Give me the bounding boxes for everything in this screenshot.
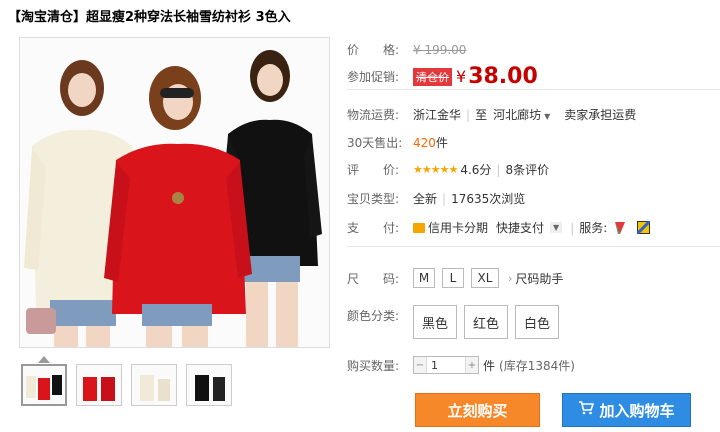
increment-button[interactable]: + [466, 357, 478, 373]
promo-row: 参加促销: 清仓价 ¥ 38.00 [347, 64, 538, 89]
divider [347, 89, 720, 90]
color-option-red[interactable]: 红色 [464, 305, 508, 339]
sales-count: 420 [413, 135, 436, 150]
size-helper-link[interactable]: 尺码助手 [515, 270, 563, 287]
separator: | [496, 162, 501, 177]
shipping-label: 物流运费: [347, 108, 400, 122]
product-photo [20, 38, 329, 347]
credit-card-icon [413, 222, 425, 233]
thumbnail-image [23, 366, 65, 404]
quick-pay[interactable]: 快捷支付 [496, 219, 544, 236]
thumbnail-3[interactable] [131, 364, 177, 406]
thumbnail-2[interactable] [76, 364, 122, 406]
clearance-tag: 清仓价 [413, 67, 452, 86]
price-row: 价 格: ¥ 199.00 [347, 41, 466, 58]
shipping-fee: 卖家承担运费 [564, 108, 637, 122]
cart-icon [578, 401, 595, 419]
payment-row: 支 付: 信用卡分期 快捷支付 ▼ | 服务: [347, 219, 651, 236]
color-option-black[interactable]: 黑色 [413, 305, 457, 339]
size-option-l[interactable]: L [442, 268, 464, 288]
rating-score: 4.6分 [460, 163, 492, 177]
promo-label: 参加促销: [347, 70, 400, 84]
add-to-cart-button[interactable]: 加入购物车 [562, 393, 691, 427]
price-label: 价 格: [347, 43, 400, 57]
quantity-stepper: − + [413, 356, 479, 374]
thumb-selected-indicator [38, 356, 50, 363]
guarantee-icon[interactable] [636, 220, 651, 235]
original-price: ¥ 199.00 [413, 42, 467, 57]
separator: | [570, 220, 575, 235]
buy-now-button[interactable]: 立刻购买 [415, 393, 540, 427]
view-count: 17635次浏览 [451, 192, 526, 206]
ship-from: 浙江金华 [413, 108, 462, 122]
thumbnail-image [187, 365, 231, 405]
chevron-down-icon: ▼ [544, 112, 551, 121]
color-row: 颜色分类: 黑色 红色 白色 [347, 305, 566, 339]
decrement-button[interactable]: − [414, 357, 426, 373]
size-option-xl[interactable]: XL [471, 268, 499, 288]
stock-count: (库存1384件) [499, 358, 575, 373]
quantity-label: 购买数量: [347, 358, 400, 373]
payment-label: 支 付: [347, 221, 400, 235]
size-row: 尺 码: M L XL › 尺码助手 [347, 268, 563, 288]
color-label: 颜色分类: [347, 309, 400, 323]
product-title: 【淘宝清仓】超显瘦2种穿法长袖雪纺衬衫 3色入 [8, 10, 291, 25]
service-label: 服务: [579, 221, 608, 235]
currency-symbol: ¥ [456, 67, 467, 86]
current-price: 38.00 [468, 64, 538, 89]
quantity-unit: 件 [483, 358, 496, 373]
chevron-right-icon: › [508, 271, 513, 285]
thumbnail-strip [21, 364, 232, 406]
thumbnail-image [77, 365, 121, 405]
ship-to-select[interactable]: 河北廊坊 ▼ [493, 106, 550, 123]
type-row: 宝贝类型: 全新 | 17635次浏览 [347, 190, 525, 207]
ship-to-prefix: 至 [475, 108, 488, 122]
thumbnail-image [132, 365, 176, 405]
star-rating-icon: ★★★★★ [413, 163, 458, 176]
add-to-cart-label: 加入购物车 [599, 401, 675, 420]
rating-row: 评 价: ★★★★★ 4.6分 | 8条评价 [347, 161, 549, 178]
thumbnail-4[interactable] [186, 364, 232, 406]
size-label: 尺 码: [347, 271, 400, 286]
seven-day-return-icon[interactable] [613, 221, 627, 235]
color-option-white[interactable]: 白色 [515, 305, 559, 339]
ship-to-label: 河北廊坊 [493, 108, 542, 122]
divider [347, 246, 720, 247]
separator: | [442, 191, 447, 206]
sales-label: 30天售出: [347, 136, 403, 150]
quantity-input[interactable] [426, 357, 466, 373]
shipping-row: 物流运费: 浙江金华 | 至 河北廊坊 ▼ 卖家承担运费 [347, 106, 636, 123]
quantity-row: 购买数量: − + 件 (库存1384件) [347, 356, 575, 374]
type-label: 宝贝类型: [347, 192, 400, 206]
sales-unit: 件 [435, 136, 448, 150]
buy-now-label: 立刻购买 [447, 401, 508, 420]
separator: | [466, 107, 471, 122]
credit-installment[interactable]: 信用卡分期 [428, 219, 488, 236]
rating-label: 评 价: [347, 163, 400, 177]
review-count[interactable]: 8条评价 [505, 161, 549, 178]
chevron-down-icon[interactable]: ▼ [550, 222, 563, 233]
size-option-m[interactable]: M [413, 268, 435, 288]
thumbnail-1[interactable] [21, 364, 67, 406]
main-product-image[interactable] [19, 37, 330, 348]
condition: 全新 [413, 192, 438, 206]
sales-row: 30天售出: 420 件 [347, 134, 448, 151]
